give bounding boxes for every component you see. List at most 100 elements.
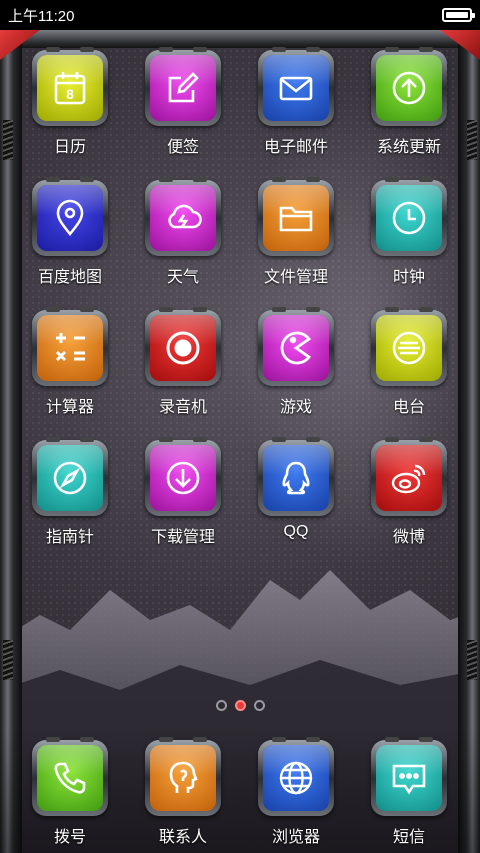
app-calculator[interactable]: 计算器: [20, 307, 120, 417]
app-email[interactable]: 电子邮件: [246, 47, 346, 157]
tile: [150, 445, 216, 511]
app-radio[interactable]: 电台: [359, 307, 459, 417]
tile-frame: [145, 737, 221, 816]
tile-frame: [371, 307, 447, 386]
tile-frame: [258, 177, 334, 256]
app-label: QQ: [283, 523, 309, 540]
phone-icon: [54, 762, 86, 794]
tile: [263, 55, 329, 121]
tile: [376, 445, 442, 511]
compass-icon: [53, 461, 87, 495]
dock-browser[interactable]: 浏览器: [246, 737, 346, 847]
message-icon: [392, 764, 426, 795]
app-weibo[interactable]: 微博: [359, 437, 459, 547]
app-label: 联系人: [158, 829, 207, 846]
tile-frame: [145, 307, 221, 386]
weather-icon: [168, 204, 202, 229]
weibo-icon: [391, 464, 426, 494]
app-clock[interactable]: 时钟: [359, 177, 459, 287]
app-recorder[interactable]: 录音机: [133, 307, 233, 417]
clock-icon: [392, 201, 426, 235]
app-label: 文件管理: [263, 269, 328, 286]
app-games[interactable]: 游戏: [246, 307, 346, 417]
tile-frame: [258, 47, 334, 126]
app-download-manager[interactable]: 下载管理: [133, 437, 233, 547]
tile: [150, 55, 216, 121]
app-label: 电台: [392, 399, 425, 416]
tile: [263, 745, 329, 811]
tile-frame: [145, 47, 221, 126]
game-icon: [280, 331, 311, 365]
download-icon: [166, 461, 200, 495]
tile: [376, 55, 442, 121]
tile: [150, 745, 216, 811]
app-label: 日历: [53, 139, 86, 156]
app-file-manager[interactable]: 文件管理: [246, 177, 346, 287]
tile: [263, 445, 329, 511]
app-label: 浏览器: [271, 829, 320, 846]
tile-frame: [371, 47, 447, 126]
home-screen: 上午11:20 8 日历 便签 电子邮件 系统更新 百度地图 天气 文件管理 时…: [0, 0, 480, 853]
app-label: 便签: [166, 139, 199, 156]
tile-frame: [32, 437, 108, 516]
tile: [37, 745, 103, 811]
app-qq[interactable]: QQ: [246, 437, 346, 541]
app-compass[interactable]: 指南针: [20, 437, 120, 547]
tile-frame: [145, 437, 221, 516]
tile: 8: [37, 55, 103, 121]
app-label: 时钟: [392, 269, 425, 286]
app-label: 百度地图: [37, 269, 102, 286]
app-label: 录音机: [158, 399, 207, 416]
page-dot[interactable]: [253, 700, 265, 711]
qq-icon: [282, 461, 310, 495]
app-baidu-map[interactable]: 百度地图: [20, 177, 120, 287]
page-dot-active[interactable]: [234, 700, 246, 711]
tile-frame: [371, 177, 447, 256]
app-notes[interactable]: 便签: [133, 47, 233, 157]
tile: [37, 185, 103, 251]
tile-frame: [145, 177, 221, 256]
app-weather[interactable]: 天气: [133, 177, 233, 287]
tile: [150, 315, 216, 381]
tile: [263, 315, 329, 381]
app-label: 拨号: [53, 829, 86, 846]
tile: [150, 185, 216, 251]
tile: [376, 185, 442, 251]
tile: [376, 315, 442, 381]
app-label: 下载管理: [150, 529, 215, 546]
record-icon: [166, 331, 200, 365]
tile: [37, 315, 103, 381]
browser-icon: [279, 761, 313, 795]
radio-icon: [392, 331, 426, 365]
page-dot[interactable]: [215, 700, 227, 711]
dock-messages[interactable]: 短信: [359, 737, 459, 847]
app-label: 天气: [166, 269, 199, 286]
tile-frame: [32, 177, 108, 256]
dock-contacts[interactable]: 联系人: [133, 737, 233, 847]
tile-frame: [258, 737, 334, 816]
app-calendar[interactable]: 8 日历: [20, 47, 120, 157]
page-indicator: [0, 700, 480, 711]
tile-frame: [32, 307, 108, 386]
tile-frame: [258, 307, 334, 386]
calendar-icon: 8: [54, 72, 86, 105]
app-system-update[interactable]: 系统更新: [359, 47, 459, 157]
calendar-day: 8: [66, 86, 74, 102]
frame-vent: [3, 640, 13, 680]
tile: [376, 745, 442, 811]
note-icon: [168, 72, 199, 103]
calculator-icon: [55, 333, 85, 362]
status-bar: 上午11:20: [0, 0, 480, 30]
folder-icon: [279, 206, 313, 232]
app-label: 计算器: [45, 399, 94, 416]
app-label: 电子邮件: [263, 139, 328, 156]
frame-vent: [3, 120, 13, 160]
frame-vent: [467, 640, 477, 680]
dock-phone[interactable]: 拨号: [20, 737, 120, 847]
frame-top: [0, 30, 480, 48]
battery-icon: [442, 8, 475, 22]
tile: [37, 445, 103, 511]
mail-icon: [279, 76, 313, 101]
status-time: 上午11:20: [8, 7, 75, 25]
contacts-icon: [169, 761, 198, 793]
